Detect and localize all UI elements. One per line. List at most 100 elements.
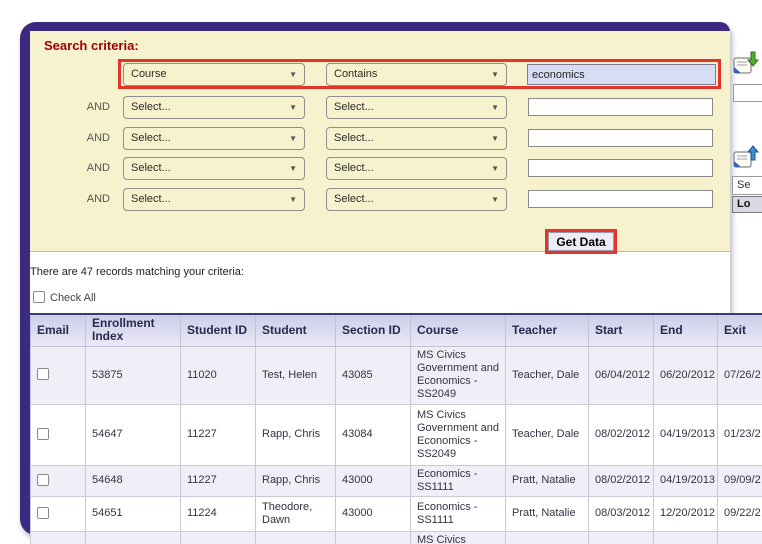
col-exit: Exit [717, 313, 762, 347]
table-row: MS Civics Government and Economics - SS2… [30, 530, 762, 544]
check-all-control: Check All [33, 291, 96, 304]
end-cell: 04/19/2013 [653, 464, 718, 497]
operator-select-5[interactable]: Select... ▼ [326, 188, 507, 211]
section-id-cell: 43000 [335, 464, 411, 497]
row-checkbox[interactable] [37, 473, 49, 486]
saved-criteria-select[interactable]: Se [732, 176, 762, 195]
chevron-down-icon: ▼ [491, 134, 499, 143]
field-select-4[interactable]: Select... ▼ [123, 157, 305, 180]
row-checkbox[interactable] [37, 506, 49, 519]
enrollment-index-cell: 54651 [85, 495, 181, 532]
chevron-down-icon: ▼ [289, 134, 297, 143]
exit-cell [717, 530, 762, 544]
exit-cell: 09/22/2 [717, 495, 762, 532]
operator-select-value: Select... [334, 162, 374, 174]
save-criteria-icon[interactable] [732, 50, 760, 78]
table-row: 54648 11227 Rapp, Chris 43000 Economics … [30, 464, 762, 497]
start-cell: 08/03/2012 [588, 495, 654, 532]
enrollment-index-cell: 53875 [85, 345, 181, 405]
student-cell: Rapp, Chris [255, 403, 336, 466]
section-id-cell: 43084 [335, 403, 411, 466]
field-select[interactable]: Course ▼ [123, 63, 305, 86]
exit-cell: 07/26/2 [717, 345, 762, 405]
student-id-cell: 11227 [180, 464, 256, 497]
course-cell: MS Civics Government and Economics - SS2… [410, 345, 506, 405]
operator-select-value: Contains [334, 68, 378, 80]
check-all-checkbox[interactable] [33, 291, 45, 303]
get-data-button[interactable]: Get Data [548, 232, 614, 251]
search-results-page: Search criteria: Course ▼ Contains ▼ AND… [0, 0, 762, 544]
field-select-3[interactable]: Select... ▼ [123, 127, 305, 150]
teacher-cell: Pratt, Natalie [505, 464, 589, 497]
operator-select-value: Select... [334, 101, 374, 113]
teacher-cell: Teacher, Dale [505, 403, 589, 466]
student-id-cell [180, 530, 256, 544]
student-id-cell: 11020 [180, 345, 256, 405]
col-teacher: Teacher [505, 313, 589, 347]
field-select-value: Select... [131, 162, 171, 174]
col-enrollment-index: Enrollment Index [85, 313, 181, 347]
email-cell [30, 464, 86, 497]
field-select-2[interactable]: Select... ▼ [123, 96, 305, 119]
student-id-cell: 11224 [180, 495, 256, 532]
col-student-id: Student ID [180, 313, 256, 347]
field-select-5[interactable]: Select... ▼ [123, 188, 305, 211]
chevron-down-icon: ▼ [289, 164, 297, 173]
chevron-down-icon: ▼ [491, 70, 499, 79]
end-cell: 12/20/2012 [653, 495, 718, 532]
table-row: 54651 11224 Theodore, Dawn 43000 Economi… [30, 495, 762, 532]
operator-select-value: Select... [334, 132, 374, 144]
email-cell [30, 403, 86, 466]
course-cell: MS Civics Government and Economics - SS2… [410, 403, 506, 466]
email-cell [30, 345, 86, 405]
student-cell: Rapp, Chris [255, 464, 336, 497]
chevron-down-icon: ▼ [491, 103, 499, 112]
saved-criteria-name-input[interactable] [733, 84, 762, 102]
criteria-value-input-5[interactable] [528, 190, 713, 208]
panel-title: Search criteria: [44, 38, 139, 53]
student-cell: Theodore, Dawn [255, 495, 336, 532]
email-cell [30, 495, 86, 532]
row-checkbox[interactable] [37, 368, 49, 380]
chevron-down-icon: ▼ [491, 164, 499, 173]
teacher-cell: Teacher, Dale [505, 345, 589, 405]
end-cell [653, 530, 718, 544]
section-id-cell [335, 530, 411, 544]
teacher-cell: Pratt, Natalie [505, 495, 589, 532]
col-end: End [653, 313, 718, 347]
section-id-cell: 43000 [335, 495, 411, 532]
load-criteria-icon[interactable] [732, 144, 760, 172]
chevron-down-icon: ▼ [491, 195, 499, 204]
table-row: 53875 11020 Test, Helen 43085 MS Civics … [30, 345, 762, 405]
student-cell: Test, Helen [255, 345, 336, 405]
table-row: 54647 11227 Rapp, Chris 43084 MS Civics … [30, 403, 762, 466]
end-cell: 06/20/2012 [653, 345, 718, 405]
criteria-value-input-4[interactable] [528, 159, 713, 177]
operator-select-2[interactable]: Select... ▼ [326, 96, 507, 119]
and-label: AND [86, 162, 110, 174]
enrollment-index-cell: 54648 [85, 464, 181, 497]
col-start: Start [588, 313, 654, 347]
col-email: Email [30, 313, 86, 347]
start-cell [588, 530, 654, 544]
field-select-value: Select... [131, 193, 171, 205]
criteria-value-input-3[interactable] [528, 129, 713, 147]
results-table: Email Enrollment Index Student ID Studen… [30, 313, 762, 544]
criteria-value-input[interactable] [527, 64, 716, 85]
student-id-cell: 11227 [180, 403, 256, 466]
criteria-value-input-2[interactable] [528, 98, 713, 116]
operator-select[interactable]: Contains ▼ [326, 63, 507, 86]
operator-select-4[interactable]: Select... ▼ [326, 157, 507, 180]
section-id-cell: 43085 [335, 345, 411, 405]
operator-select-3[interactable]: Select... ▼ [326, 127, 507, 150]
and-label: AND [86, 101, 110, 113]
field-select-value: Select... [131, 101, 171, 113]
load-button[interactable]: Lo [732, 196, 762, 213]
row-checkbox[interactable] [37, 427, 49, 440]
student-cell [255, 530, 336, 544]
enrollment-index-cell: 54647 [85, 403, 181, 466]
operator-select-value: Select... [334, 193, 374, 205]
col-course: Course [410, 313, 506, 347]
course-cell: MS Civics Government and Economics - SS2… [410, 530, 506, 544]
end-cell: 04/19/2013 [653, 403, 718, 466]
